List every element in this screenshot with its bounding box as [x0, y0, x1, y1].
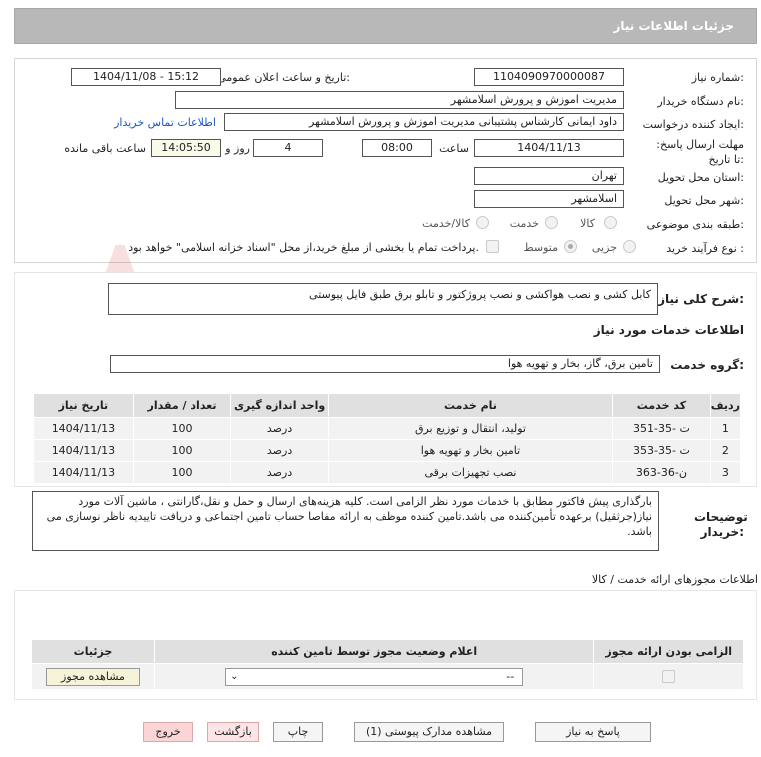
- deadline-label: مهلت ارسال پاسخ: تا تاریخ:: [656, 138, 744, 166]
- table-row: -- ⌄ مشاهده مجوز: [31, 663, 744, 690]
- cell-qty: 100: [132, 439, 232, 462]
- cell-qty: 100: [132, 461, 232, 484]
- col-qty: تعداد / مقدار: [132, 393, 232, 418]
- treasury-note: پرداخت تمام یا بخشی از مبلغ خرید،از محل …: [128, 241, 479, 254]
- deadline-time-field: 08:00: [362, 139, 432, 157]
- radio-minor-label: جزیی: [591, 241, 617, 254]
- remaining-time-field: 14:05:50: [151, 139, 221, 157]
- permits-table: الزامی بودن ارائه مجوز اعلام وضعیت مجوز …: [31, 639, 744, 690]
- cell-code: ن-36-363: [612, 461, 711, 484]
- page-header: جزئیات اطلاعات نیاز: [14, 8, 757, 44]
- radio-minor[interactable]: [623, 240, 636, 253]
- cell-row: 2: [709, 439, 742, 462]
- table-row: 2 ت -35-353 تامین بخار و تهویه هوا درصد …: [33, 439, 742, 462]
- time-label: ساعت: [439, 142, 469, 155]
- creator-field: داود ایمانی کارشناس پشتیبانی مدیریت اموز…: [224, 113, 624, 131]
- need-info-panel: [14, 58, 757, 263]
- col-code: کد خدمت: [612, 393, 711, 418]
- col-unit: واحد اندازه گیری: [230, 393, 329, 418]
- cell-date: 1404/11/13: [33, 439, 134, 462]
- reply-button[interactable]: پاسخ به نیاز: [535, 722, 651, 742]
- page-title: جزئیات اطلاعات نیاز: [613, 19, 734, 33]
- cell-row: 1: [709, 417, 742, 440]
- permits-title: اطلاعات مجوزهای ارائه خدمت / کالا: [591, 573, 758, 586]
- need-number-field: 1104090970000087: [474, 68, 624, 86]
- view-attachments-button[interactable]: مشاهده مدارک پیوستی (1): [354, 722, 504, 742]
- buyer-notes-field: بارگذاری پیش فاکتور مطابق با خدمات مورد …: [32, 491, 659, 551]
- permit-status-value: --: [506, 669, 515, 683]
- cell-date: 1404/11/13: [33, 417, 134, 440]
- radio-goods[interactable]: [604, 216, 617, 229]
- cell-code: ت -35-353: [612, 439, 711, 462]
- cell-name: نصب تجهیزات برقی: [327, 461, 614, 484]
- deadline-date-field: 1404/11/13: [474, 139, 624, 157]
- cell-name: تامین بخار و تهویه هوا: [327, 439, 614, 462]
- service-group-field: تامین برق، گاز، بخار و تهویه هوا: [110, 355, 660, 373]
- province-label: استان محل تحویل:: [657, 171, 744, 184]
- announce-field: 1404/11/08 - 15:12: [71, 68, 221, 86]
- treasury-checkbox[interactable]: [486, 240, 499, 253]
- permit-required-checkbox[interactable]: [662, 670, 676, 684]
- services-title: اطلاعات خدمات مورد نیاز: [593, 323, 744, 337]
- exit-button[interactable]: خروج: [143, 722, 193, 742]
- col-name: نام خدمت: [327, 393, 614, 418]
- buyer-notes-label: توضیحات خریدار:: [694, 510, 748, 539]
- radio-medium[interactable]: [564, 240, 577, 253]
- service-group-label: گروه خدمت:: [670, 358, 744, 372]
- view-permit-button[interactable]: مشاهده مجوز: [45, 667, 140, 686]
- description-label: شرح کلی نیاز:: [658, 292, 744, 306]
- cell-name: تولید، انتقال و توزیع برق: [327, 417, 614, 440]
- radio-goods-service-label: کالا/خدمت: [422, 217, 470, 230]
- print-button[interactable]: چاپ: [273, 722, 323, 742]
- cell-unit: درصد: [230, 461, 329, 484]
- need-number-label: شماره نیاز:: [691, 71, 744, 84]
- buyer-org-field: مدیریت اموزش و پرورش اسلامشهر: [175, 91, 624, 109]
- days-label: روز و: [225, 142, 250, 155]
- buyer-contact-link[interactable]: اطلاعات تماس خریدار: [114, 116, 216, 129]
- col-permit-details: جزئیات: [31, 639, 155, 664]
- back-button[interactable]: بازگشت: [207, 722, 259, 742]
- table-row: 1 ت -35-351 تولید، انتقال و توزیع برق در…: [33, 417, 742, 440]
- cell-code: ت -35-351: [612, 417, 711, 440]
- cell-permit-required: [593, 663, 744, 690]
- cell-permit-details: مشاهده مجوز: [31, 663, 155, 690]
- radio-service[interactable]: [545, 216, 558, 229]
- remaining-label: ساعت باقی مانده: [64, 142, 146, 155]
- city-label: شهر محل تحویل:: [664, 194, 744, 207]
- city-field: اسلامشهر: [474, 190, 624, 208]
- services-table: ردیف کد خدمت نام خدمت واحد اندازه گیری ت…: [33, 393, 742, 484]
- announce-label: تاریخ و ساعت اعلان عمومی:: [217, 71, 350, 84]
- cell-unit: درصد: [230, 439, 329, 462]
- permit-status-select[interactable]: -- ⌄: [225, 667, 524, 686]
- radio-service-label: خدمت: [509, 217, 539, 230]
- radio-goods-label: کالا: [580, 217, 595, 230]
- table-row: 3 ن-36-363 نصب تجهیزات برقی درصد 100 140…: [33, 461, 742, 484]
- category-label: طبقه بندی موضوعی:: [646, 218, 744, 231]
- radio-goods-service[interactable]: [476, 216, 489, 229]
- purchase-type-label: نوع فرآیند خرید :: [666, 242, 744, 255]
- buyer-org-label: نام دستگاه خریدار:: [657, 95, 744, 108]
- days-field: 4: [253, 139, 323, 157]
- cell-date: 1404/11/13: [33, 461, 134, 484]
- cell-row: 3: [709, 461, 742, 484]
- cell-permit-status: -- ⌄: [153, 663, 595, 690]
- col-permit-required: الزامی بودن ارائه مجوز: [593, 639, 744, 664]
- col-permit-status: اعلام وضعیت مجوز توسط تامین کننده: [153, 639, 595, 664]
- cell-unit: درصد: [230, 417, 329, 440]
- col-date: تاریخ نیاز: [33, 393, 134, 418]
- cell-qty: 100: [132, 417, 232, 440]
- description-field: کابل کشی و نصب هواکشی و نصب پروژکتور و ت…: [108, 283, 658, 315]
- col-row: ردیف: [709, 393, 742, 418]
- chevron-down-icon: ⌄: [230, 670, 239, 682]
- radio-medium-label: متوسط: [523, 241, 558, 254]
- province-field: تهران: [474, 167, 624, 185]
- creator-label: ایجاد کننده درخواست:: [642, 118, 744, 131]
